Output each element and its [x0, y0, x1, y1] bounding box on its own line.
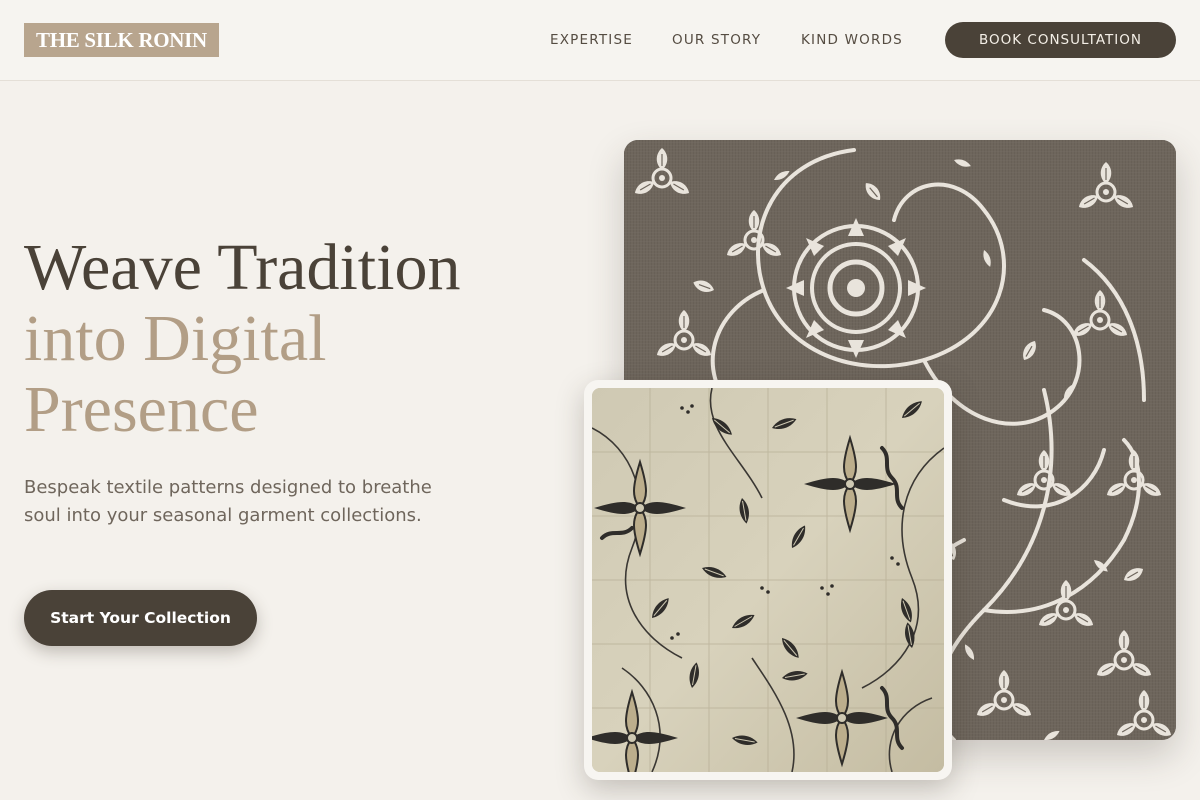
book-consultation-button[interactable]: BOOK CONSULTATION	[945, 22, 1176, 58]
hero-title: Weave Tradition into Digital Presence	[24, 232, 564, 445]
batik-textile-card	[584, 380, 952, 780]
nav-link-expertise[interactable]: EXPERTISE	[550, 31, 633, 49]
nav-link-our-story[interactable]: OUR STORY	[672, 31, 761, 49]
batik-textile-image	[592, 388, 944, 772]
hero-title-line-2: into Digital	[24, 302, 327, 375]
logo[interactable]: THE SILK RONIN	[24, 23, 219, 57]
batik-leaf-icon	[592, 388, 944, 772]
hero-title-line-1: Weave Tradition	[24, 231, 461, 304]
site-header: THE SILK RONIN EXPERTISE OUR STORY KIND …	[0, 0, 1200, 81]
start-collection-button[interactable]: Start Your Collection	[24, 590, 257, 646]
nav-link-kind-words[interactable]: KIND WORDS	[801, 31, 903, 49]
hero-title-line-3: Presence	[24, 373, 259, 446]
hero-subtitle: Bespeak textile patterns designed to bre…	[24, 477, 432, 526]
